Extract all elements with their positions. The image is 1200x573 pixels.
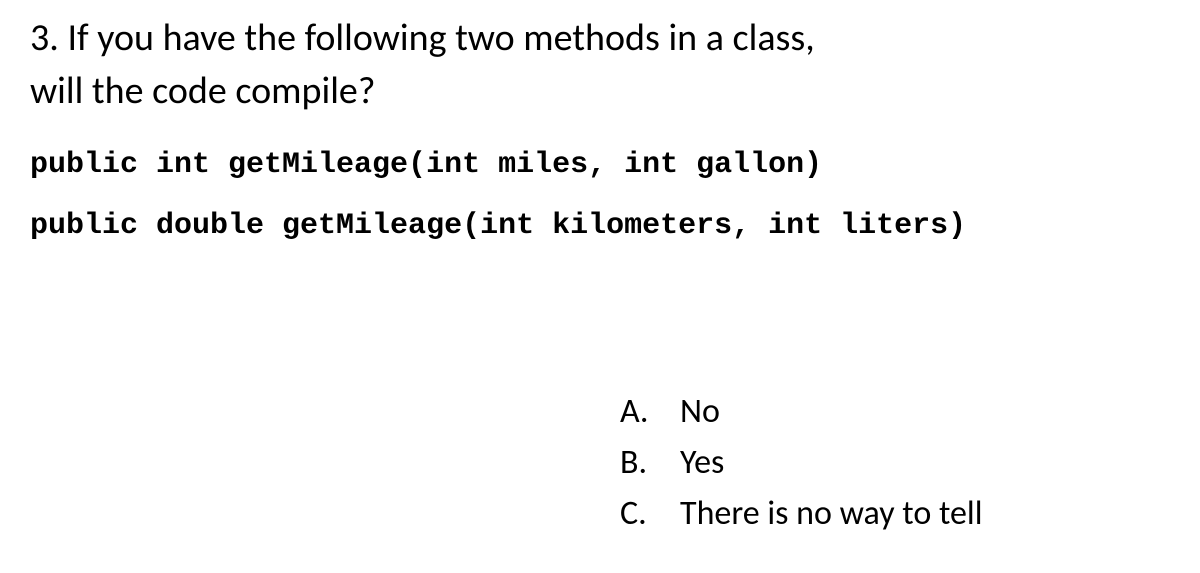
answers-list: A. No B. Yes C. There is no way to tell (620, 391, 1170, 534)
question-text-line2: will the code compile? (30, 68, 375, 114)
answer-option-c[interactable]: C. There is no way to tell (620, 493, 1170, 534)
answer-letter: B. (620, 442, 680, 483)
answer-text: There is no way to tell (680, 493, 983, 534)
answer-option-a[interactable]: A. No (620, 391, 1170, 432)
question-prompt: 3. If you have the following two methods… (30, 12, 1170, 118)
answer-text: No (680, 391, 720, 432)
answer-text: Yes (680, 442, 724, 483)
answer-option-b[interactable]: B. Yes (620, 442, 1170, 483)
answer-letter: A. (620, 391, 680, 432)
question-text-line1: If you have the following two methods in… (67, 15, 814, 61)
answer-letter: C. (620, 493, 680, 534)
question-number: 3. (30, 15, 59, 61)
code-line-2: public double getMileage(int kilometers,… (30, 207, 1170, 246)
code-line-1: public int getMileage(int miles, int gal… (30, 146, 1170, 185)
